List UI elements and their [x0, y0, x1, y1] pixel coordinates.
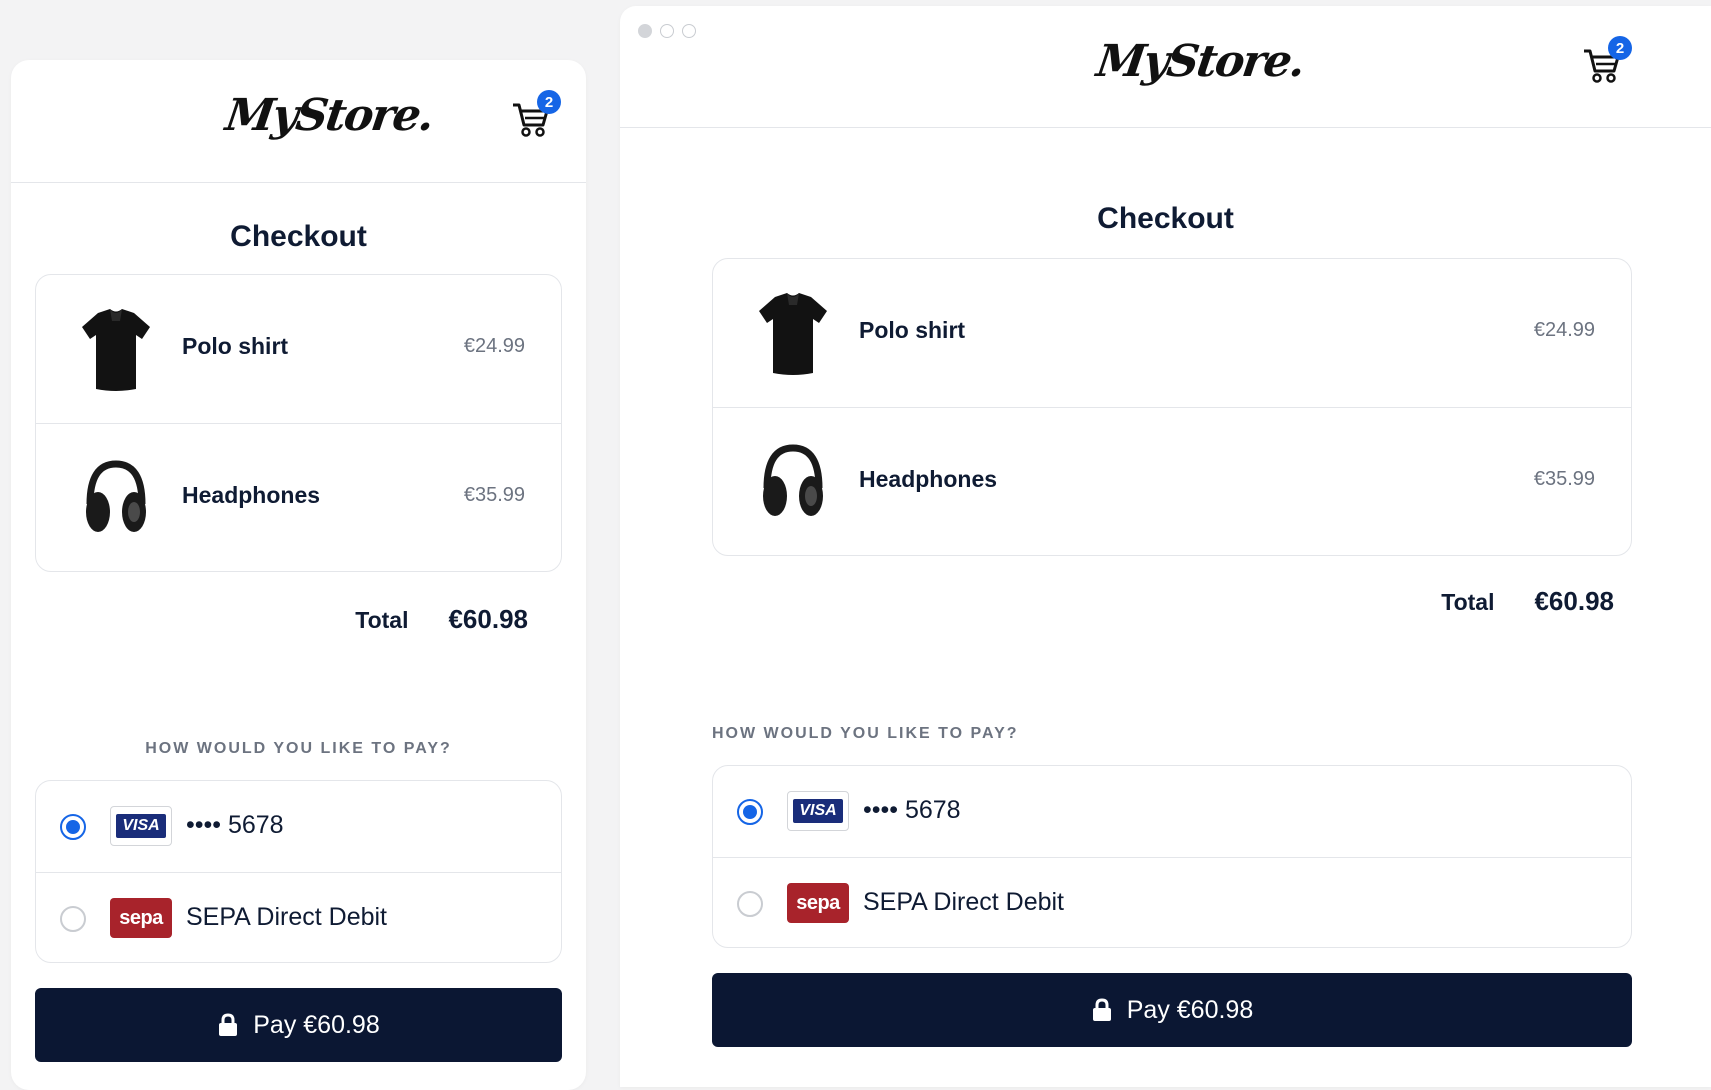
payment-question: HOW WOULD YOU LIKE TO PAY?	[712, 725, 1019, 742]
page-title: Checkout	[1097, 202, 1234, 235]
polo-shirt-image	[82, 309, 150, 391]
item-price: €24.99	[463, 335, 525, 357]
payment-option-visa[interactable]: VISA •••• 5678	[713, 766, 1631, 857]
payment-option-label: •••• 5678	[186, 811, 284, 839]
payment-option-label: •••• 5678	[863, 796, 961, 824]
total-label: Total	[1441, 589, 1495, 615]
lock-icon	[219, 1013, 238, 1036]
radio-unselected[interactable]	[737, 891, 763, 917]
pay-button[interactable]: Pay €60.98	[35, 988, 562, 1062]
order-items-list: Polo shirt €24.99 Headphones €35.99	[712, 258, 1632, 556]
radio-selected[interactable]	[60, 814, 86, 840]
total-label: Total	[355, 607, 409, 633]
item-name: Polo shirt	[182, 333, 289, 359]
total-value: €60.98	[1534, 586, 1614, 616]
store-logo[interactable]: MyStore.	[222, 90, 435, 141]
payment-option-sepa[interactable]: sepa SEPA Direct Debit	[713, 857, 1631, 949]
item-name: Headphones	[182, 482, 321, 508]
header: MyStore. 2	[11, 60, 586, 183]
payment-methods: VISA •••• 5678 sepa SEPA Direct Debit	[35, 780, 562, 963]
pay-button-label: Pay €60.98	[1126, 995, 1254, 1024]
item-name: Polo shirt	[859, 317, 966, 343]
headphones-image	[763, 444, 823, 516]
order-total: Total €60.98	[1441, 586, 1614, 617]
page-title: Checkout	[230, 220, 367, 253]
visa-icon: VISA	[787, 791, 849, 831]
visa-badge-text: VISA	[793, 799, 843, 823]
header: MyStore. 2	[620, 6, 1711, 128]
mobile-checkout-view: MyStore. 2 Checkout Polo shirt €24.99 He…	[11, 60, 586, 1090]
payment-option-label: SEPA Direct Debit	[863, 888, 1065, 916]
pay-button-label: Pay €60.98	[253, 1010, 380, 1039]
payment-option-label: SEPA Direct Debit	[186, 903, 388, 931]
list-item: Headphones €35.99	[36, 423, 561, 571]
list-item: Headphones €35.99	[713, 407, 1631, 555]
sepa-icon: sepa	[787, 883, 849, 923]
payment-methods: VISA •••• 5678 sepa SEPA Direct Debit	[712, 765, 1632, 948]
sepa-icon: sepa	[110, 898, 172, 938]
payment-option-sepa[interactable]: sepa SEPA Direct Debit	[36, 872, 561, 964]
pay-button[interactable]: Pay €60.98	[712, 973, 1632, 1047]
polo-shirt-image	[759, 293, 827, 375]
item-name: Headphones	[859, 466, 998, 492]
cart-button[interactable]: 2	[511, 90, 561, 144]
order-total: Total €60.98	[355, 604, 528, 635]
visa-badge-text: VISA	[116, 814, 166, 838]
cart-button[interactable]: 2	[1582, 36, 1632, 90]
item-price: €24.99	[1533, 319, 1595, 341]
cart-count-badge: 2	[1608, 36, 1632, 60]
store-logo[interactable]: MyStore.	[1093, 36, 1306, 87]
total-value: €60.98	[448, 604, 528, 634]
payment-question: HOW WOULD YOU LIKE TO PAY?	[145, 740, 452, 757]
item-price: €35.99	[463, 484, 525, 506]
cart-count-badge: 2	[537, 90, 561, 114]
list-item: Polo shirt €24.99	[713, 259, 1631, 407]
radio-selected[interactable]	[737, 799, 763, 825]
order-items-list: Polo shirt €24.99 Headphones €35.99	[35, 274, 562, 572]
visa-icon: VISA	[110, 806, 172, 846]
radio-unselected[interactable]	[60, 906, 86, 932]
item-price: €35.99	[1533, 468, 1595, 490]
headphones-image	[86, 460, 146, 532]
list-item: Polo shirt €24.99	[36, 275, 561, 423]
payment-option-visa[interactable]: VISA •••• 5678	[36, 781, 561, 872]
desktop-checkout-view: MyStore. 2 Checkout Polo shirt €24.99 He…	[620, 6, 1711, 1087]
lock-icon	[1092, 998, 1111, 1021]
